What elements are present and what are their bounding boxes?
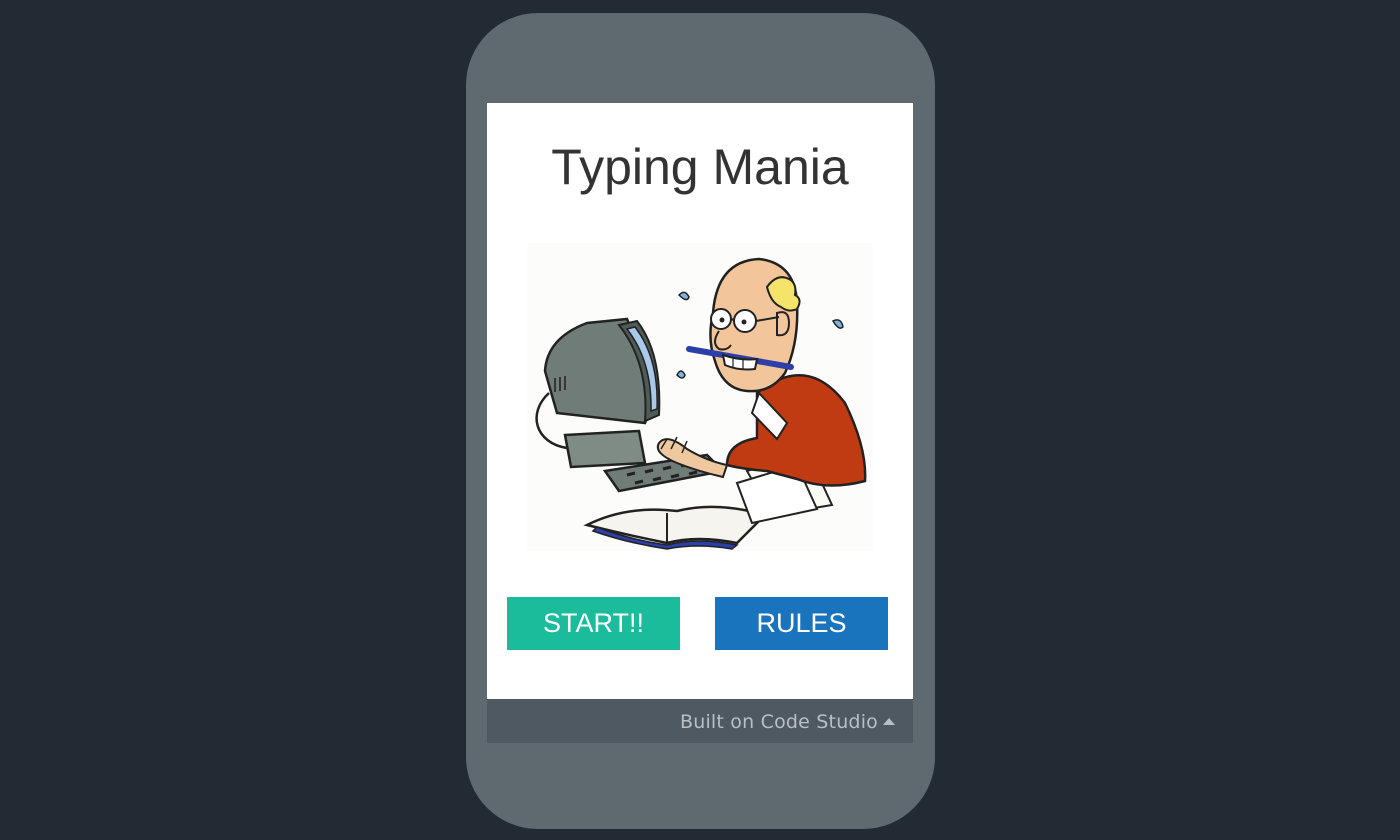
caret-up-icon	[883, 718, 895, 725]
footer-link-label: Built on Code Studio	[679, 711, 878, 733]
rules-button[interactable]: RULES	[715, 597, 888, 650]
app-screen: Typing Mania START!! RULES	[487, 103, 913, 699]
built-on-code-studio-link[interactable]: Built on Code Studio	[680, 699, 895, 743]
footer-bar: Built on Code Studio	[487, 699, 913, 743]
frantic-typist-illustration	[527, 243, 873, 551]
app-title: Typing Mania	[551, 139, 849, 195]
start-button[interactable]: START!!	[507, 597, 680, 650]
